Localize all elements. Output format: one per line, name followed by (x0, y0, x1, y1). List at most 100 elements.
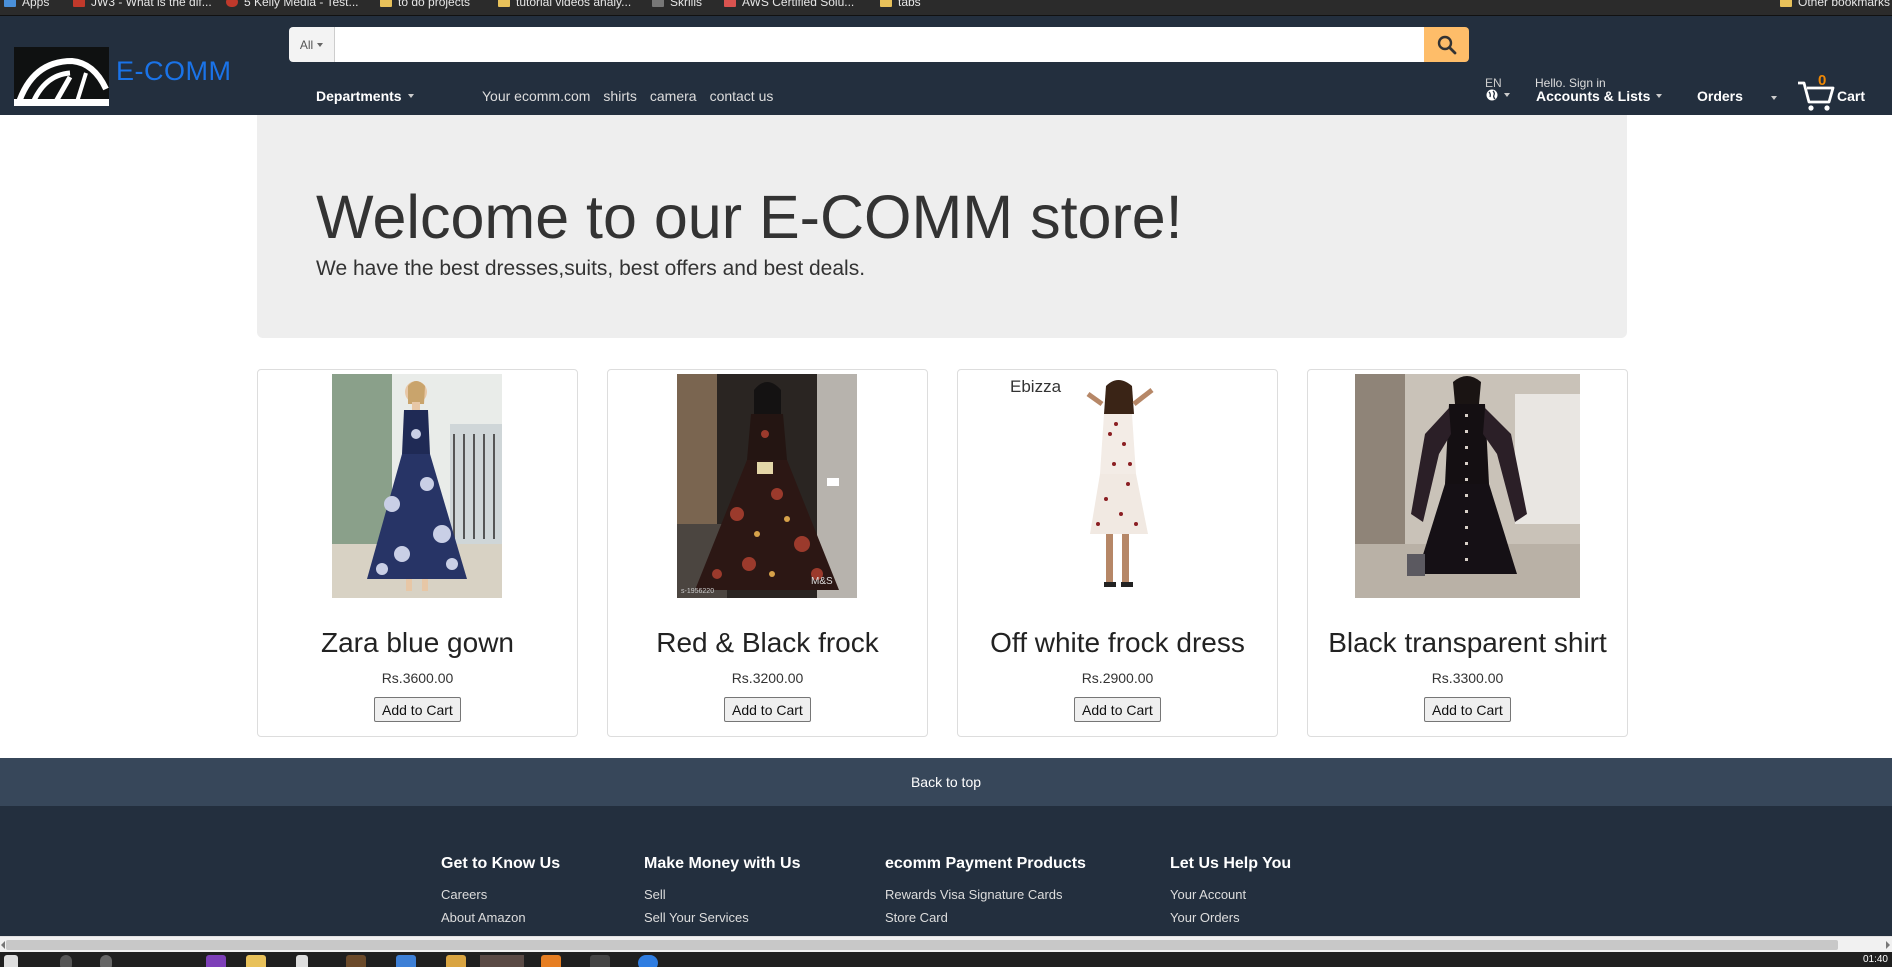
apps-icon (4, 0, 16, 7)
search-input[interactable] (335, 27, 1424, 62)
app-icon[interactable] (346, 955, 366, 967)
add-to-cart-button[interactable]: Add to Cart (724, 697, 811, 722)
bookmark-item[interactable]: Skrills (652, 0, 702, 9)
product-image[interactable]: M&S s-1956220 (677, 374, 857, 598)
taskbar-clock[interactable]: 01:40 (1863, 954, 1888, 965)
product-card: Black transparent shirt Rs.3300.00 Add t… (1307, 369, 1628, 737)
bookmark-folder[interactable]: tabs (880, 0, 921, 9)
bookmark-item[interactable]: JW3 - What is the dif... (73, 0, 212, 9)
departments-menu[interactable]: Departments (316, 88, 414, 104)
welcome-title: Welcome to our E-COMM store! (316, 183, 1183, 251)
horizontal-scrollbar[interactable] (0, 936, 1892, 952)
welcome-banner: Welcome to our E-COMM store! We have the… (257, 115, 1627, 338)
search-icon (1437, 35, 1456, 54)
svg-text:M&S: M&S (811, 576, 833, 587)
scroll-left-icon[interactable] (1, 941, 5, 949)
app-icon[interactable] (296, 955, 308, 967)
footer-heading: Get to Know Us (441, 855, 561, 872)
footer-link-your-orders[interactable]: Your Orders (1170, 910, 1291, 925)
dress-photo-off-white-frock: Ebizza (1006, 374, 1230, 598)
bookmark-item[interactable]: 5 Kelly Media - Test... (226, 0, 359, 9)
more-dropdown-icon[interactable] (1771, 96, 1777, 100)
scrollbar-thumb[interactable] (6, 940, 1838, 950)
chevron-down-icon (407, 94, 414, 98)
app-icon[interactable] (638, 955, 658, 967)
cart-icon (1798, 81, 1835, 111)
nav-links: Your ecomm.com shirts camera contact us (482, 88, 773, 104)
site-footer: Get to Know Us Careers About Amazon Make… (0, 806, 1892, 936)
page-icon (226, 0, 238, 7)
accounts-lists-menu[interactable]: Accounts & Lists (1536, 88, 1663, 104)
app-icon[interactable] (206, 955, 226, 967)
product-title[interactable]: Zara blue gown (258, 627, 577, 659)
bookmark-apps[interactable]: Apps (4, 0, 49, 9)
product-image[interactable]: Ebizza (1006, 374, 1230, 598)
footer-column-payment-products: ecomm Payment Products Rewards Visa Sign… (885, 855, 1086, 933)
file-explorer-icon[interactable] (246, 955, 266, 967)
footer-link-your-account[interactable]: Your Account (1170, 887, 1291, 902)
footer-heading: Let Us Help You (1170, 855, 1292, 872)
product-title[interactable]: Black transparent shirt (1308, 627, 1627, 659)
nav-link-home[interactable]: Your ecomm.com (482, 88, 590, 104)
footer-column-make-money: Make Money with Us Sell Sell Your Servic… (644, 855, 800, 933)
page-icon (724, 0, 736, 7)
app-icon[interactable] (541, 955, 561, 967)
language-label[interactable]: EN (1485, 76, 1502, 90)
cart-button[interactable]: 0 Cart (1797, 72, 1869, 112)
app-icon[interactable] (446, 955, 466, 967)
product-image[interactable] (1355, 374, 1580, 598)
search-button[interactable] (1424, 27, 1469, 62)
footer-link-store-card[interactable]: Store Card (885, 910, 1086, 925)
nav-link-shirts[interactable]: shirts (603, 88, 636, 104)
footer-link-rewards-card[interactable]: Rewards Visa Signature Cards (885, 887, 1086, 902)
search-icon[interactable] (60, 955, 72, 967)
start-icon[interactable] (4, 955, 18, 967)
logo-image[interactable] (14, 47, 109, 106)
dress-photo-blue-gown (332, 374, 502, 598)
chrome-taskbar-active[interactable] (480, 955, 524, 967)
nav-link-camera[interactable]: camera (650, 88, 697, 104)
globe-icon (1486, 89, 1498, 101)
app-icon[interactable] (396, 955, 416, 967)
footer-column-help: Let Us Help You Your Account Your Orders (1170, 855, 1291, 933)
product-image[interactable] (332, 374, 502, 598)
site-header: E-COMM All Departments Your ecomm.com sh… (0, 16, 1892, 115)
os-taskbar: 01:40 (0, 952, 1892, 967)
bookmark-folder[interactable]: tutorial videos analy... (498, 0, 631, 9)
search-bar: All (289, 27, 1469, 62)
cart-label: Cart (1837, 88, 1866, 104)
add-to-cart-button[interactable]: Add to Cart (374, 697, 461, 722)
footer-heading: Make Money with Us (644, 855, 801, 872)
folder-icon (498, 0, 510, 7)
footer-link-about[interactable]: About Amazon (441, 910, 560, 925)
app-icon[interactable] (590, 955, 610, 967)
scroll-right-icon[interactable] (1886, 941, 1890, 949)
logo-text[interactable]: E-COMM (116, 56, 231, 87)
product-title[interactable]: Red & Black frock (608, 627, 927, 659)
chevron-down-icon (1504, 93, 1510, 97)
product-price: Rs.3600.00 (381, 670, 454, 686)
cortana-icon[interactable] (100, 955, 112, 967)
nav-link-contact[interactable]: contact us (710, 88, 774, 104)
footer-column-get-to-know-us: Get to Know Us Careers About Amazon (441, 855, 560, 933)
language-selector[interactable] (1486, 89, 1510, 101)
bookmark-folder[interactable]: to do projects (380, 0, 470, 9)
logo-arch-icon (14, 57, 109, 106)
footer-link-sell[interactable]: Sell (644, 887, 800, 902)
svg-text:s-1956220: s-1956220 (681, 588, 714, 595)
product-price: Rs.3300.00 (1431, 670, 1504, 686)
footer-link-careers[interactable]: Careers (441, 887, 560, 902)
bookmark-item[interactable]: AWS Certified Solu... (724, 0, 854, 9)
search-category-dropdown[interactable]: All (289, 27, 335, 62)
orders-link[interactable]: Orders (1697, 88, 1743, 104)
product-title[interactable]: Off white frock dress (958, 627, 1277, 659)
add-to-cart-button[interactable]: Add to Cart (1074, 697, 1161, 722)
bookmark-other[interactable]: Other bookmarks (1780, 0, 1890, 9)
page-icon (73, 0, 85, 7)
chevron-down-icon (317, 42, 324, 47)
footer-link-sell-services[interactable]: Sell Your Services (644, 910, 800, 925)
product-price: Rs.3200.00 (731, 670, 804, 686)
add-to-cart-button[interactable]: Add to Cart (1424, 697, 1511, 722)
back-to-top-button[interactable]: Back to top (0, 758, 1892, 806)
product-card: Ebizza Off white frock dress Rs.2900.00 … (957, 369, 1278, 737)
